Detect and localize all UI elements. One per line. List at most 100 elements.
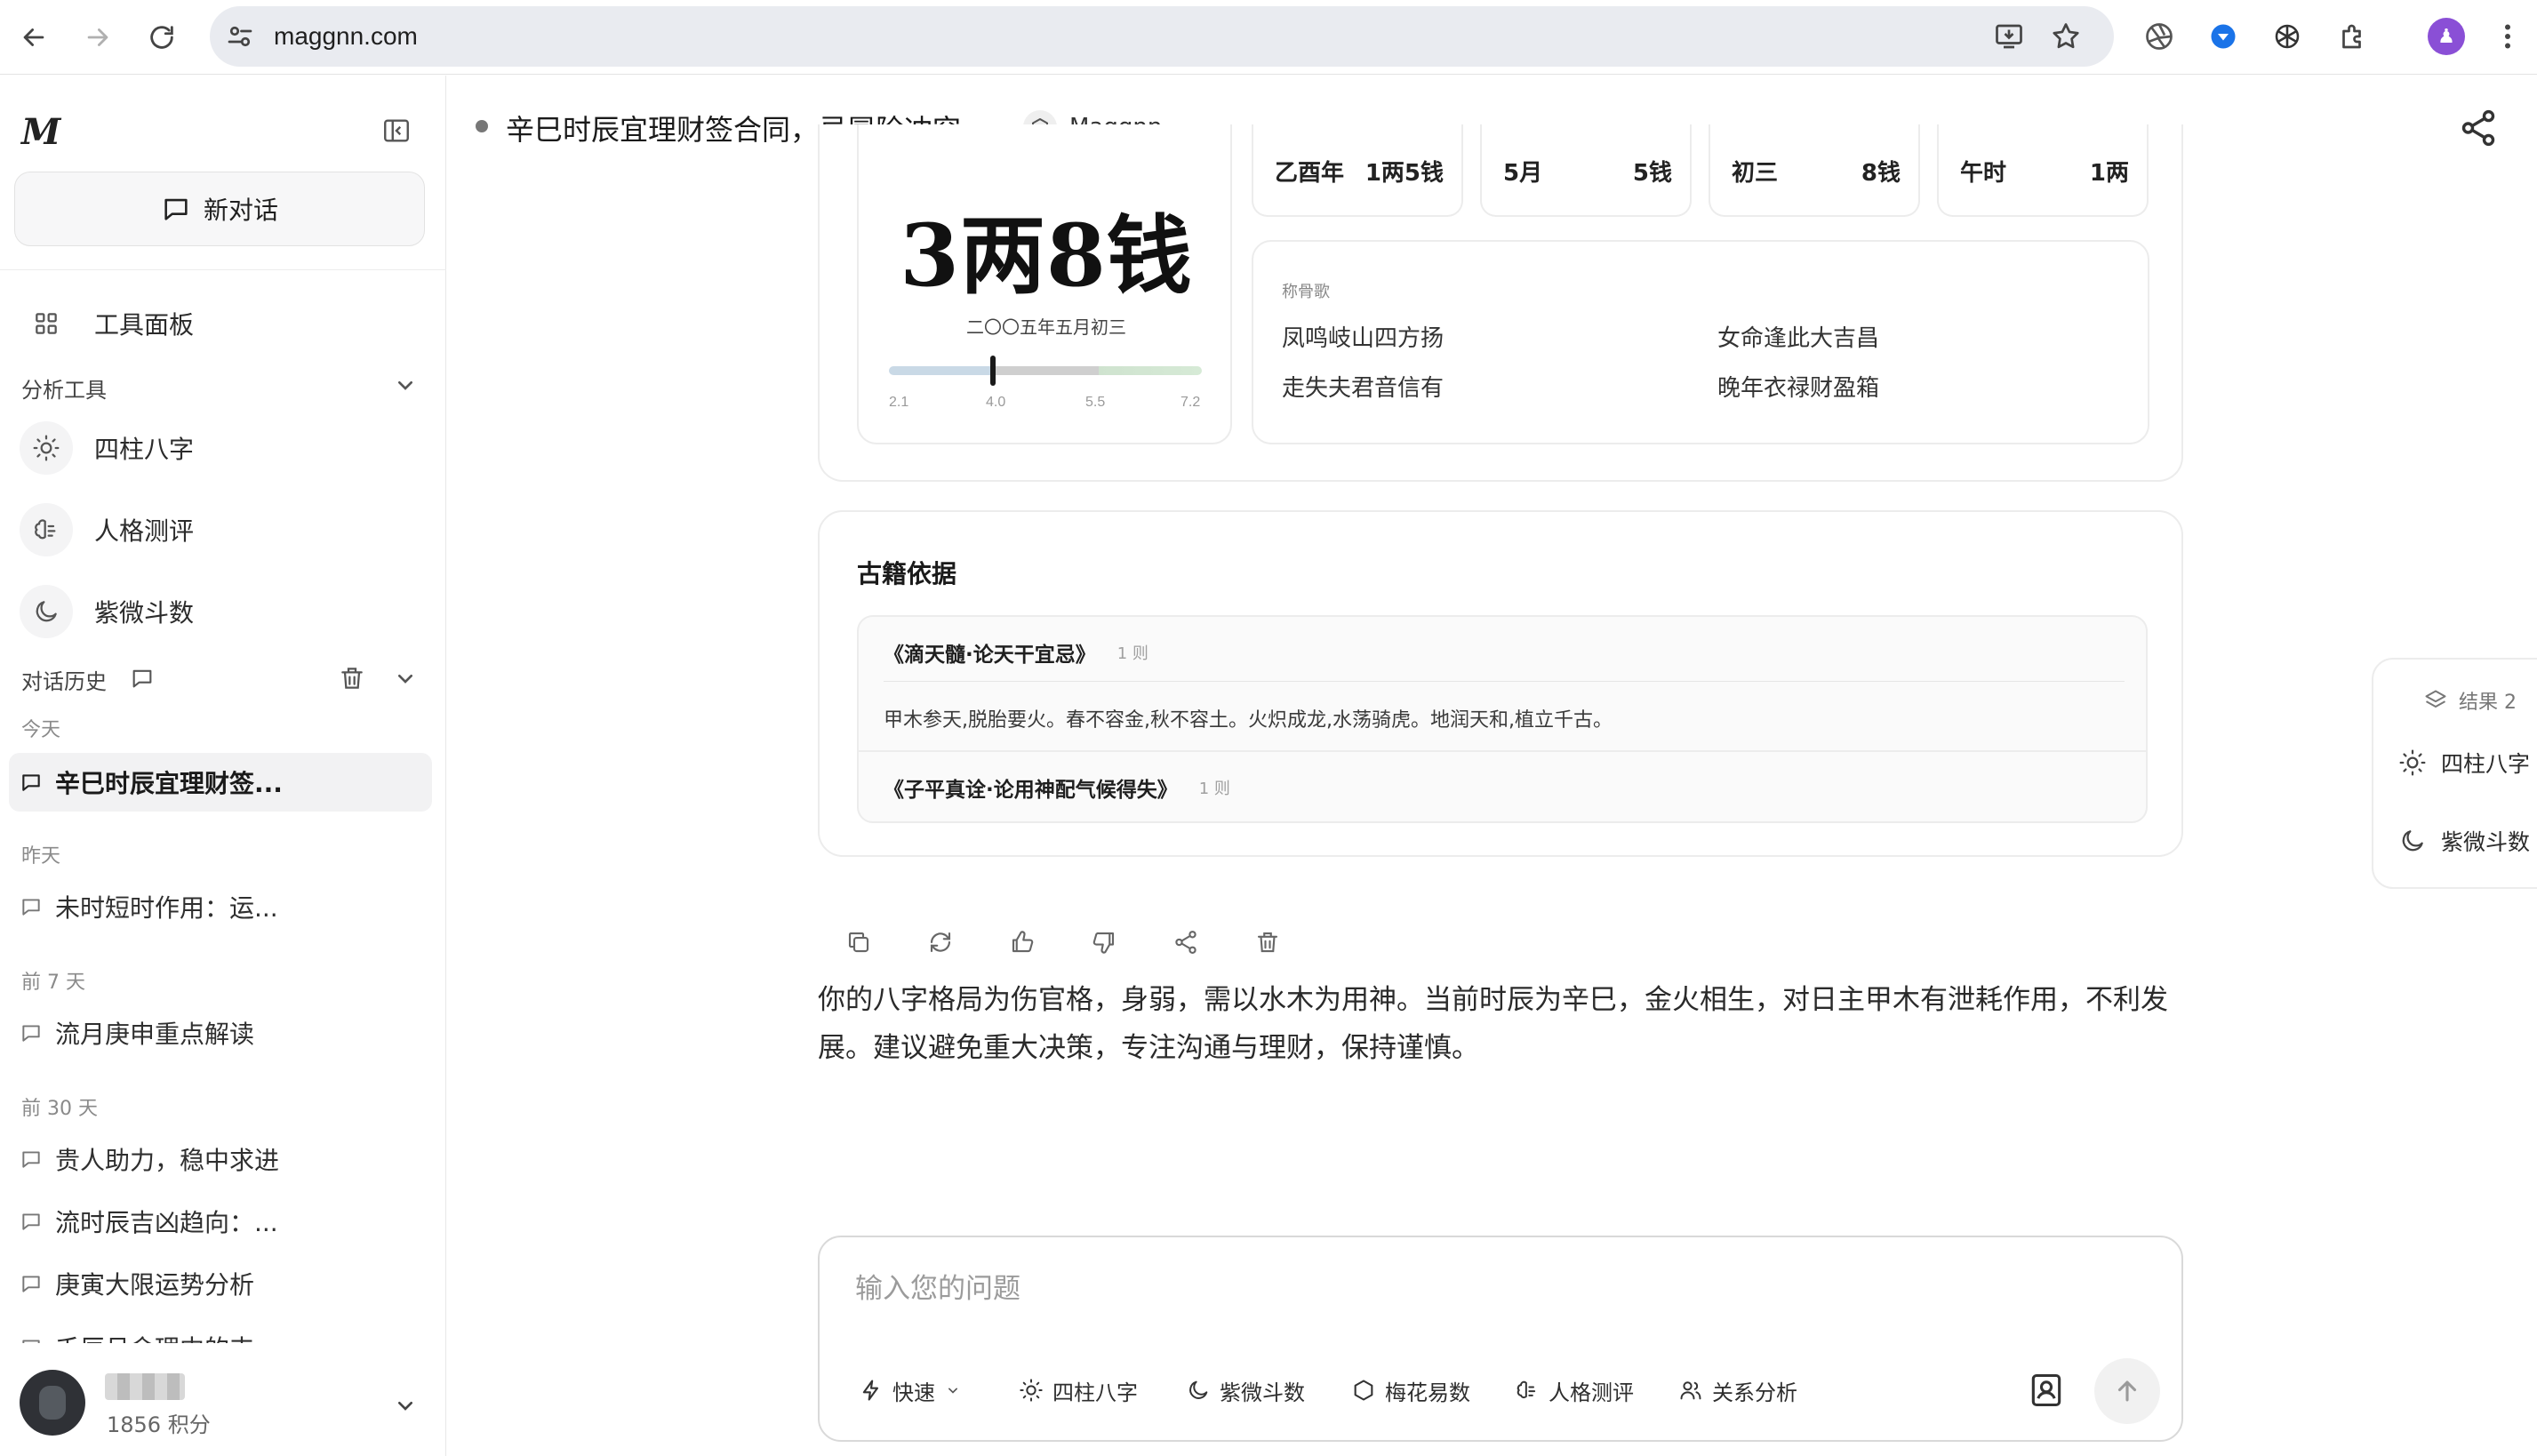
chat-bubble-icon xyxy=(22,1340,40,1343)
pillar-weight: 5钱 xyxy=(1632,160,1672,187)
moon-icon xyxy=(20,585,73,638)
history-item-label: 壬辰月命理中的丰... xyxy=(55,1330,278,1343)
reference-item-header[interactable]: 《滴天髓·论天干宜忌》 1 则 xyxy=(884,636,1148,668)
send-button[interactable] xyxy=(2094,1358,2160,1424)
address-bar[interactable]: maggnn.com xyxy=(210,6,2114,67)
history-item-active[interactable]: 辛巳时辰宜理财签... xyxy=(9,753,432,812)
moon-icon xyxy=(2402,830,2423,852)
reload-button[interactable] xyxy=(139,14,185,60)
tool-relationship-button[interactable]: 关系分析 xyxy=(1678,1372,1797,1408)
poem-line: 凤鸣岐山四方扬 xyxy=(1282,325,1445,352)
app-logo[interactable]: M xyxy=(21,111,60,153)
result-item-label: 紫微斗数 xyxy=(2441,829,2531,855)
mode-selector[interactable]: 快速 xyxy=(859,1372,962,1408)
arrow-up-icon xyxy=(2117,1380,2137,1402)
browser-menu-icon[interactable] xyxy=(2487,16,2528,57)
site-settings-icon[interactable] xyxy=(224,20,256,52)
chat-bubble-icon xyxy=(22,1151,40,1168)
tool-ziwei-button[interactable]: 紫微斗数 xyxy=(1186,1372,1305,1408)
copy-button[interactable] xyxy=(843,924,875,960)
grid-icon xyxy=(20,297,73,350)
extensions-puzzle-icon[interactable] xyxy=(2333,16,2373,57)
tool-bazi-button[interactable]: 四柱八字 xyxy=(1019,1372,1138,1408)
history-group-7-days: 前 7 天 xyxy=(21,972,85,994)
reference-quote: 甲木参天,脱胎要火。春不容金,秋不容土。火炽成龙,水荡骑虎。地润天和,植立千古。 xyxy=(884,709,1613,732)
arrow-left-icon xyxy=(23,28,44,46)
history-item[interactable]: 壬辰月命理中的丰... xyxy=(20,1324,278,1343)
message-actions xyxy=(843,924,1284,960)
scale-tick: 7.2 xyxy=(1180,395,1201,410)
history-item[interactable]: 未时短时作用：运... xyxy=(20,883,278,931)
mode-label: 快速 xyxy=(892,1380,935,1405)
extension-blue-icon[interactable] xyxy=(2203,16,2244,57)
reload-icon xyxy=(150,26,173,49)
tool-label: 紫微斗数 xyxy=(1220,1380,1305,1405)
hexagon-icon xyxy=(1354,1380,1373,1401)
user-account[interactable]: 1856 积分 xyxy=(20,1366,425,1437)
pillar-label: 午时 xyxy=(1960,160,2007,187)
history-item[interactable]: 流时辰吉凶趋向：... xyxy=(20,1197,278,1245)
sidebar-item-label: 四柱八字 xyxy=(94,435,195,464)
chevron-down-icon[interactable] xyxy=(391,371,420,399)
sidebar-item-ziwei[interactable]: 紫微斗数 xyxy=(20,580,425,643)
chat-bubble-icon xyxy=(22,899,40,916)
delete-message-button[interactable] xyxy=(1252,924,1284,960)
thumbs-down-button[interactable] xyxy=(1088,924,1120,960)
history-item-label: 贵人助力，稳中求进 xyxy=(55,1146,280,1175)
new-chat-label: 新对话 xyxy=(203,196,278,225)
history-group-yesterday: 昨天 xyxy=(21,845,61,868)
brain-icon xyxy=(1517,1380,1536,1399)
pillar-year: 乙酉年 1两5钱 xyxy=(1252,124,1463,217)
install-app-icon[interactable] xyxy=(1993,20,2025,52)
sidebar: M 新对话 工具面板 分析工具 四柱八字 人格测评 紫微斗数 对话历史 今天 辛… xyxy=(0,76,446,1456)
chevron-down-icon[interactable] xyxy=(391,664,420,692)
history-item-label: 辛巳时辰宜理财签... xyxy=(55,769,283,798)
pillar-label: 5月 xyxy=(1503,160,1543,187)
sidebar-item-label: 人格测评 xyxy=(94,516,195,546)
pillar-month: 5月 5钱 xyxy=(1480,124,1692,217)
sidebar-item-bazi[interactable]: 四柱八字 xyxy=(20,417,425,479)
pillar-weight: 1两5钱 xyxy=(1365,160,1444,187)
history-item[interactable]: 贵人助力，稳中求进 xyxy=(20,1135,279,1183)
avatar[interactable] xyxy=(20,1370,85,1436)
profile-avatar[interactable]: ♟ xyxy=(2428,18,2465,55)
pillar-weight: 1两 xyxy=(2089,160,2129,187)
sidebar-item-personality[interactable]: 人格测评 xyxy=(20,499,425,561)
reference-book-title: 《子平真诠·论用神配气候得失》 xyxy=(884,779,1178,802)
tool-meihua-button[interactable]: 梅花易数 xyxy=(1351,1372,1470,1408)
regenerate-button[interactable] xyxy=(924,924,956,960)
result-item-ziwei[interactable]: 紫微斗数 xyxy=(2398,825,2530,857)
share-message-button[interactable] xyxy=(1170,924,1202,960)
question-input[interactable] xyxy=(855,1262,2135,1316)
forward-button[interactable] xyxy=(75,14,121,60)
tool-personality-button[interactable]: 人格测评 xyxy=(1515,1372,1634,1408)
result-item-bazi[interactable]: 四柱八字 xyxy=(2398,747,2530,779)
chevron-down-icon[interactable] xyxy=(391,1391,420,1420)
reference-book-title: 《滴天髓·论天干宜忌》 xyxy=(884,644,1096,667)
trash-icon[interactable] xyxy=(338,664,366,692)
sidebar-item-tool-panel[interactable]: 工具面板 xyxy=(20,292,425,355)
reference-item-header[interactable]: 《子平真诠·论用神配气候得失》 1 则 xyxy=(884,772,1230,804)
contact-book-icon[interactable] xyxy=(2027,1371,2066,1410)
history-item-label: 流月庚申重点解读 xyxy=(55,1020,255,1049)
arrow-right-icon xyxy=(87,28,108,46)
references-list: 《滴天髓·论天干宜忌》 1 则 甲木参天,脱胎要火。春不容金,秋不容土。火炽成龙… xyxy=(857,615,2148,823)
collapse-sidebar-button[interactable] xyxy=(379,113,414,148)
url-text[interactable]: maggnn.com xyxy=(274,22,418,51)
moon-icon xyxy=(1189,1380,1208,1399)
back-button[interactable] xyxy=(11,14,57,60)
history-item[interactable]: 流月庚申重点解读 xyxy=(20,1009,254,1057)
assistant-answer: 你的八字格局为伤官格，身弱，需以水木为用神。当前时辰为辛巳，金火相生，对日主甲木… xyxy=(818,984,2168,1064)
history-group-30-days: 前 30 天 xyxy=(21,1098,98,1120)
share-icon[interactable] xyxy=(2458,108,2499,148)
new-chat-button[interactable]: 新对话 xyxy=(14,172,425,246)
chat-bubble-icon xyxy=(132,669,152,688)
sidebar-collapse-icon xyxy=(384,119,409,142)
bookmark-star-icon[interactable] xyxy=(2050,20,2082,52)
poem-line: 晚年衣禄财盈箱 xyxy=(1717,375,1880,402)
extension-openai-icon[interactable] xyxy=(2267,16,2308,57)
extension-aperture-icon[interactable] xyxy=(2139,16,2180,57)
divider xyxy=(884,681,2125,682)
history-item[interactable]: 庚寅大限运势分析 xyxy=(20,1260,254,1308)
thumbs-up-button[interactable] xyxy=(1006,924,1038,960)
